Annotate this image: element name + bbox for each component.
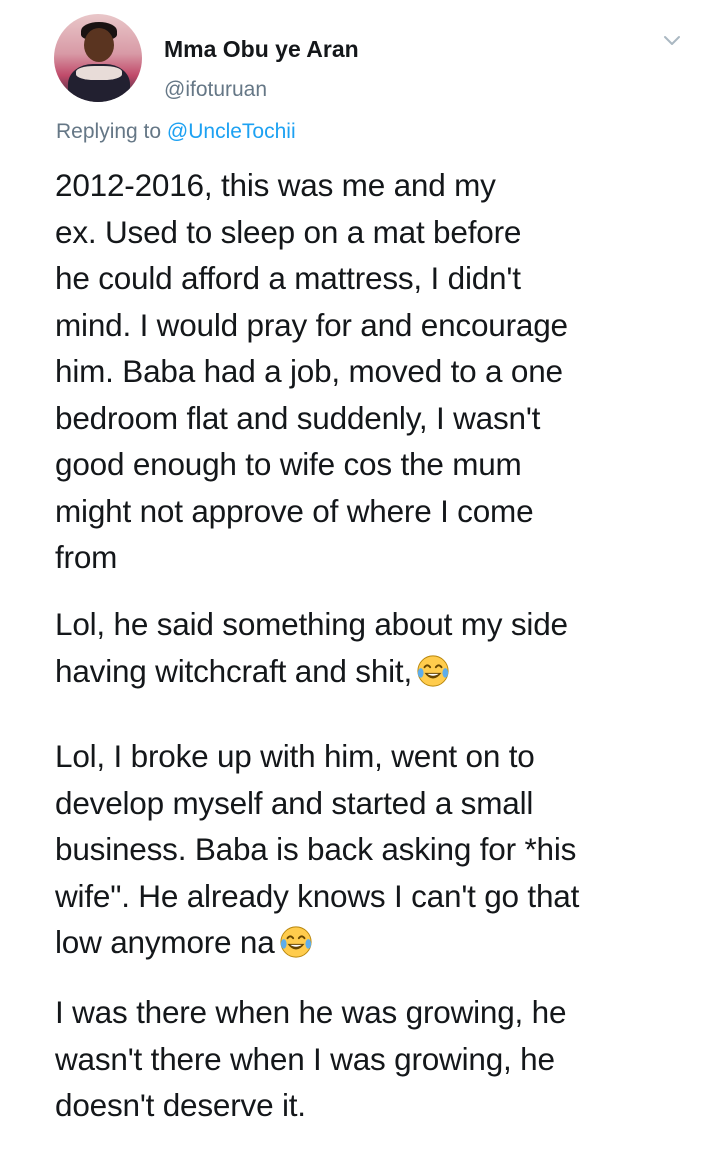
tweet-header: Mma Obu ye Aran @ifoturuan [54, 14, 694, 104]
replying-to-mention[interactable]: @UncleTochii [167, 120, 296, 143]
chevron-down-icon[interactable] [660, 28, 684, 52]
face-with-tears-of-joy-icon [417, 654, 449, 687]
tweet-text-paragraph-4: I was there when he was growing, he wasn… [55, 994, 567, 1123]
author-display-name[interactable]: Mma Obu ye Aran [164, 36, 359, 63]
tweet-text-paragraph-3: Lol, I broke up with him, went on to dev… [55, 733, 695, 966]
face-with-tears-of-joy-icon [279, 926, 312, 958]
tweet-text-paragraph-2: Lol, he said something about my side hav… [55, 601, 695, 694]
tweet: Mma Obu ye Aran @ifoturuan Replying to @… [0, 0, 720, 1153]
avatar[interactable] [54, 14, 142, 102]
author-handle[interactable]: @ifoturuan [164, 78, 267, 102]
replying-to-label: Replying to [56, 120, 167, 143]
tweet-text-paragraph-2-text: Lol, he said something about my side hav… [55, 606, 568, 689]
replying-to: Replying to @UncleTochii [56, 120, 296, 144]
tweet-text-paragraph-3-text: Lol, I broke up with him, went on to dev… [55, 738, 580, 960]
tweet-text-paragraph-1: 2012-2016, this was me and my ex. Used t… [55, 167, 568, 575]
